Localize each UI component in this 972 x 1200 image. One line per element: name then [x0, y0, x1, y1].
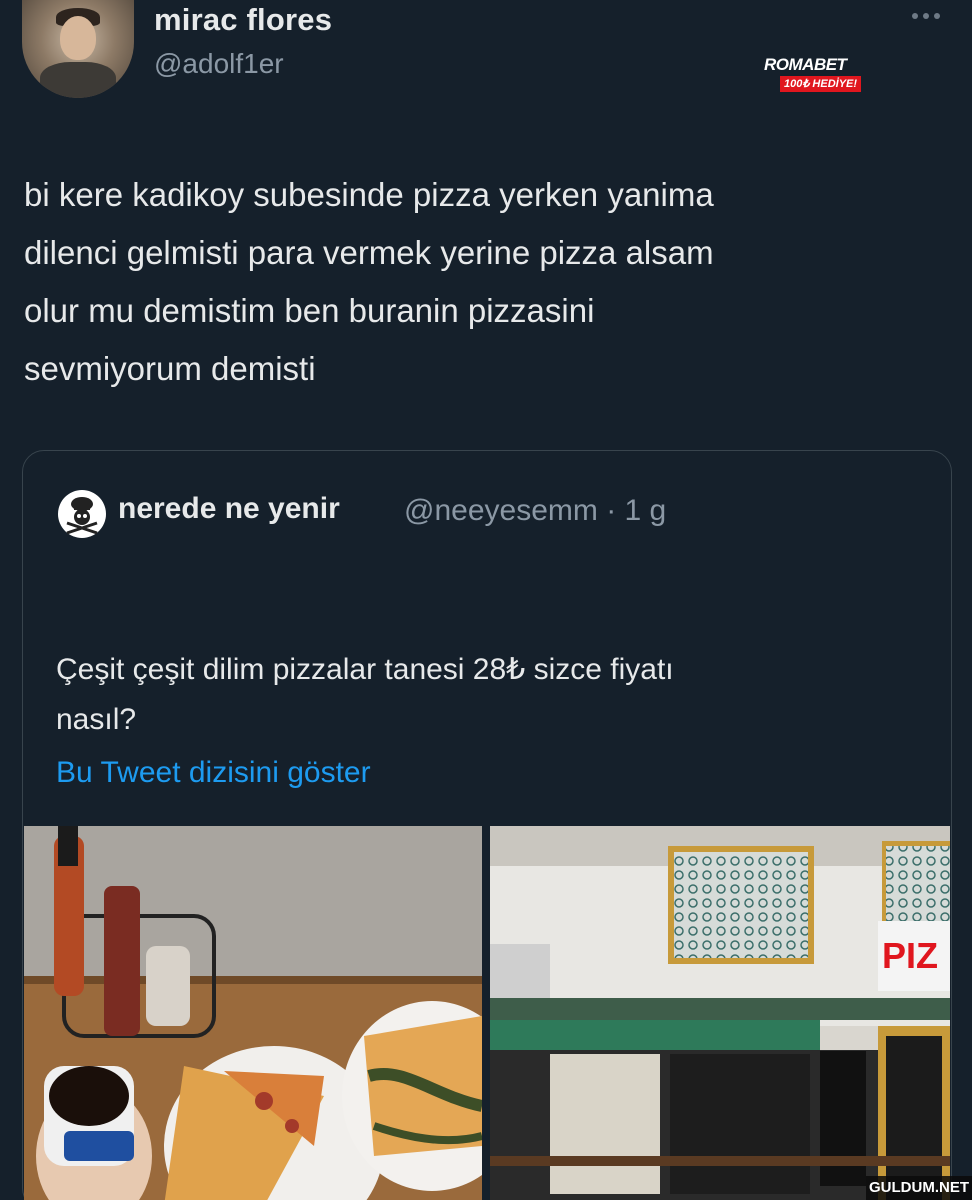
sponsor-brand: ROMABET [764, 55, 847, 74]
quoted-line: nasıl? [56, 703, 137, 736]
quoted-tweet-text: Çeşit çeşit dilim pizzalar tanesi 28₺ si… [56, 645, 916, 745]
author-avatar[interactable] [22, 0, 134, 98]
tweet-line: bi kere kadikoy subesinde pizza yerken y… [24, 176, 714, 213]
more-horizontal-icon[interactable] [906, 6, 946, 26]
tweet-line: sevmiyorum demisti [24, 350, 316, 387]
author-handle[interactable]: @adolf1er [154, 48, 284, 80]
watermark: GULDUM.NET [866, 1176, 972, 1200]
sponsor-promo: 100₺ HEDİYE! [780, 76, 862, 92]
author-display-name[interactable]: mirac flores [154, 2, 332, 38]
tweet-line: dilenci gelmisti para vermek yerine pizz… [24, 234, 714, 271]
quoted-author-name[interactable]: nerede ne yenir [118, 492, 340, 526]
sponsor-logo: ROMABET 100₺ HEDİYE! [764, 56, 876, 94]
tweet-line: olur mu demistim ben buranin pizzasini [24, 292, 595, 329]
store-sign-text: PIZ [882, 935, 938, 976]
tweet-text: bi kere kadikoy subesinde pizza yerken y… [24, 166, 944, 398]
quoted-line: Çeşit çeşit dilim pizzalar tanesi 28₺ si… [56, 653, 674, 686]
show-thread-link[interactable]: Bu Tweet dizisini göster [56, 756, 371, 790]
pizza-photo[interactable] [24, 826, 482, 1200]
quoted-author-meta[interactable]: @neeyesemm · 1 g [404, 494, 666, 528]
storefront-photo[interactable]: PIZ [490, 826, 950, 1200]
chef-skull-icon[interactable] [58, 490, 106, 538]
